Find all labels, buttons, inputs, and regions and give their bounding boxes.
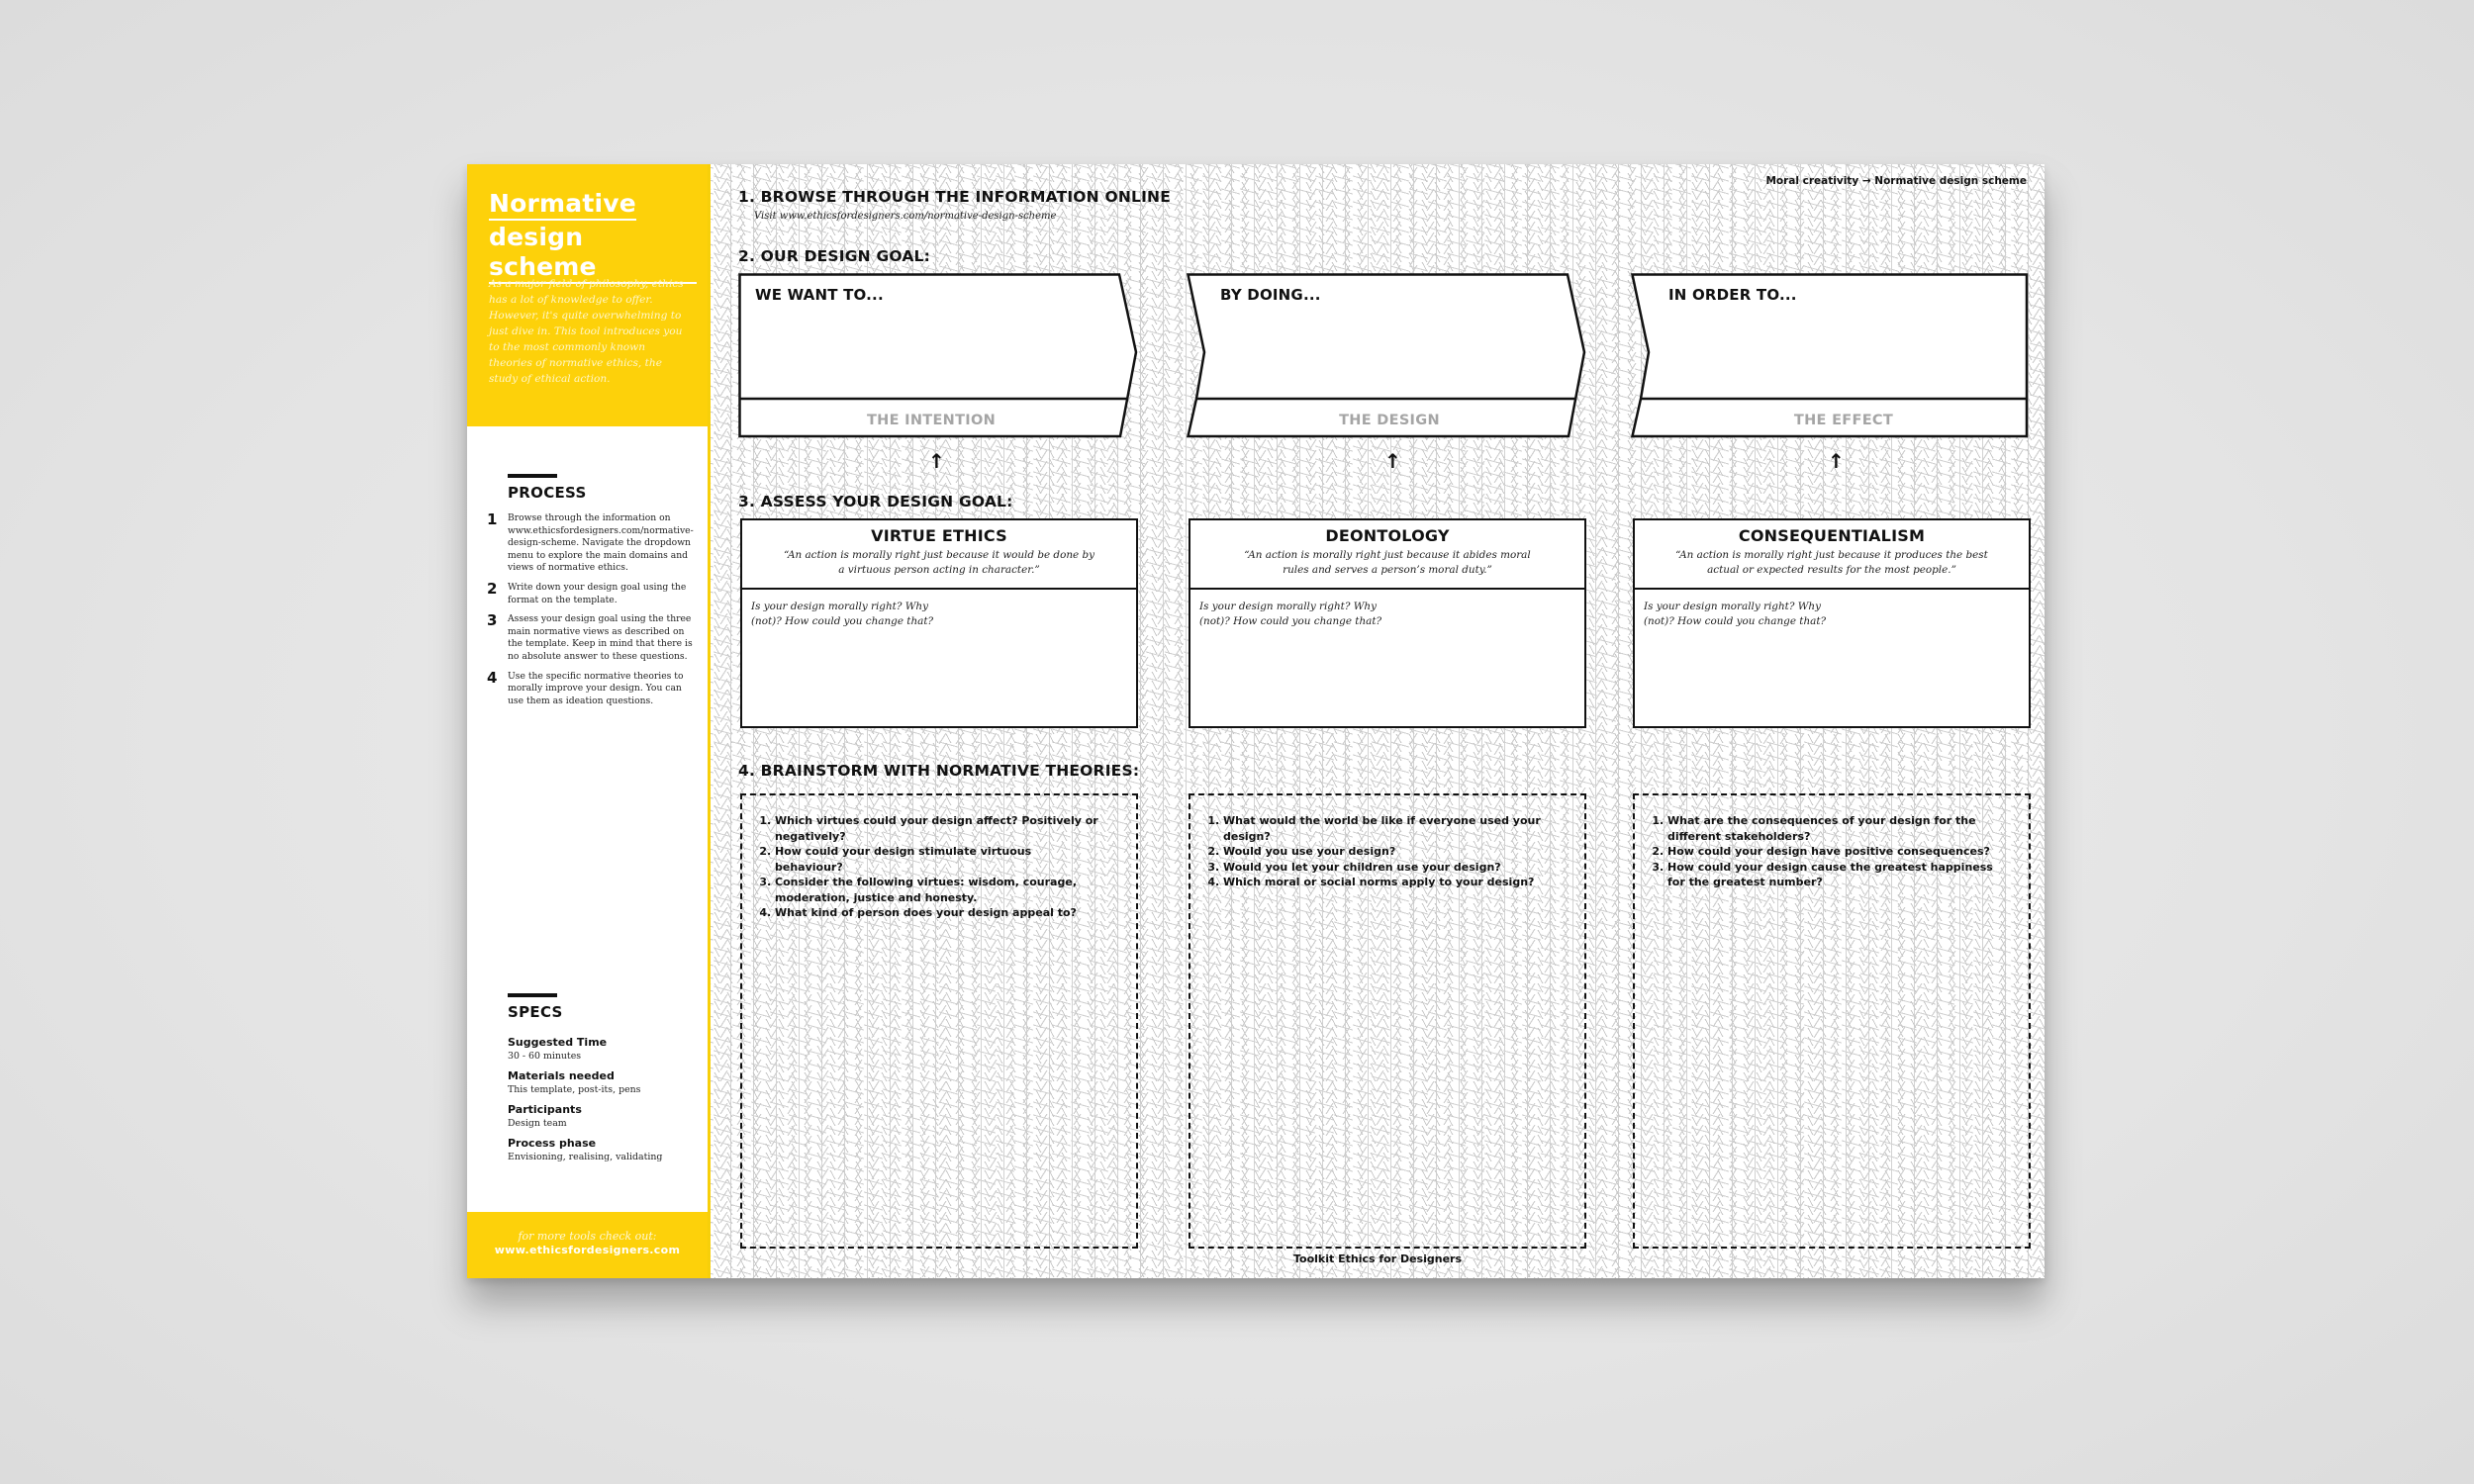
spec-value: Envisioning, realising, validating — [508, 1152, 663, 1162]
question-item: Would you use your design? — [1223, 844, 1550, 860]
brainstorm-consequentialism[interactable]: What are the consequences of your design… — [1633, 793, 2031, 1249]
step2-heading: 2. OUR DESIGN GOAL: — [738, 247, 930, 265]
question-item: Which moral or social norms apply to you… — [1223, 875, 1550, 890]
assess-header: CONSEQUENTIALISM “An action is morally r… — [1635, 520, 2029, 590]
step-text: Browse through the information on www.et… — [508, 512, 694, 574]
sidebar: Normative design scheme As a major field… — [467, 164, 711, 1278]
spec-value: Design team — [508, 1118, 567, 1129]
assess-header: VIRTUE ETHICS “An action is morally righ… — [742, 520, 1136, 590]
process-step: 4 Use the specific normative theories to… — [487, 668, 695, 708]
view-question: Is your design morally right? Why (not)?… — [1199, 601, 1382, 627]
view-question: Is your design morally right? Why (not)?… — [751, 601, 934, 627]
step1-heading: 1. BROWSE THROUGH THE INFORMATION ONLINE — [738, 188, 1171, 206]
spec-value: 30 - 60 minutes — [508, 1051, 582, 1062]
step-number: 2 — [487, 579, 498, 598]
specs-heading: SPECS — [508, 1003, 563, 1021]
spec-label: Suggested Time — [508, 1036, 608, 1049]
question-item: Would you let your children use your des… — [1223, 860, 1550, 876]
view-question: Is your design morally right? Why (not)?… — [1644, 601, 1827, 627]
assess-deontology[interactable]: DEONTOLOGY “An action is morally right j… — [1189, 518, 1586, 728]
question-item: What are the consequences of your design… — [1667, 813, 1994, 844]
process-heading: PROCESS — [508, 484, 587, 502]
process-step: 3 Assess your design goal using the thre… — [487, 613, 695, 663]
assess-consequentialism[interactable]: CONSEQUENTIALISM “An action is morally r… — [1633, 518, 2031, 728]
arrow-up-icon: ↑ — [1828, 449, 1845, 473]
step-text: Assess your design goal using the three … — [508, 613, 693, 662]
specs-divider — [508, 993, 557, 997]
question-list: Which virtues could your design affect? … — [742, 813, 1101, 921]
view-title: DEONTOLOGY — [1325, 526, 1450, 545]
view-quote: “An action is morally right just because… — [1675, 549, 1988, 576]
process-step: 2 Write down your design goal using the … — [487, 579, 695, 606]
sidebar-header: Normative design scheme As a major field… — [467, 164, 708, 426]
title-line-2: design scheme — [489, 223, 697, 284]
spec-label: Materials needed — [508, 1069, 615, 1082]
goal-label: THE EFFECT — [1793, 413, 1894, 428]
goal-box-intention[interactable]: WE WANT TO... THE INTENTION — [738, 273, 1144, 441]
spec-value: This template, post-its, pens — [508, 1084, 641, 1095]
assess-header: DEONTOLOGY “An action is morally right j… — [1190, 520, 1584, 590]
toolkit-footer: Toolkit Ethics for Designers — [1292, 1252, 1463, 1265]
sheet-title: Normative design scheme — [489, 188, 697, 286]
breadcrumb: Moral creativity → Normative design sche… — [1765, 175, 2027, 187]
question-item: Consider the following virtues: wisdom, … — [775, 875, 1101, 905]
arrow-up-icon: ↑ — [1384, 449, 1401, 473]
process-divider — [508, 474, 557, 478]
process-steps: 1 Browse through the information on www.… — [487, 512, 695, 714]
title-line-1: Normative — [489, 189, 636, 221]
view-quote: “An action is morally right just because… — [783, 549, 1094, 576]
visit-url[interactable]: Visit www.ethicsfordesigners.com/normati… — [754, 211, 1056, 222]
process-step: 1 Browse through the information on www.… — [487, 512, 695, 575]
brainstorm-deontology[interactable]: What would the world be like if everyone… — [1189, 793, 1586, 1249]
assess-virtue-ethics[interactable]: VIRTUE ETHICS “An action is morally righ… — [740, 518, 1138, 728]
worksheet-area: Moral creativity → Normative design sche… — [711, 164, 2045, 1278]
view-quote: “An action is morally right just because… — [1244, 549, 1531, 576]
step-number: 1 — [487, 510, 498, 528]
step-text: Use the specific normative theories to m… — [508, 670, 684, 706]
specs-list: Suggested Time 30 - 60 minutes Materials… — [508, 1035, 696, 1169]
question-item: How could your design stimulate virtuous… — [775, 844, 1101, 875]
goal-label: THE INTENTION — [866, 413, 997, 428]
question-list: What are the consequences of your design… — [1635, 813, 1994, 890]
spec-label: Process phase — [508, 1137, 597, 1150]
step-text: Write down your design goal using the fo… — [508, 581, 687, 605]
more-tools-text: for more tools check out: — [518, 1230, 657, 1243]
step4-heading: 4. BRAINSTORM WITH NORMATIVE THEORIES: — [738, 762, 1140, 780]
website-link[interactable]: www.ethicsfordesigners.com — [467, 1244, 708, 1256]
goal-box-effect[interactable]: IN ORDER TO... THE EFFECT — [1631, 273, 2037, 441]
step-number: 4 — [487, 668, 498, 687]
question-list: What would the world be like if everyone… — [1190, 813, 1550, 890]
view-title: CONSEQUENTIALISM — [1738, 526, 1926, 545]
goal-box-design[interactable]: BY DOING... THE DESIGN — [1187, 273, 1592, 441]
question-item: How could your design cause the greatest… — [1667, 860, 1994, 890]
brainstorm-virtue-ethics[interactable]: Which virtues could your design affect? … — [740, 793, 1138, 1249]
question-item: What would the world be like if everyone… — [1223, 813, 1550, 844]
question-item: Which virtues could your design affect? … — [775, 813, 1101, 844]
intro-text: As a major field of philosophy, ethics h… — [489, 278, 684, 385]
sidebar-footer: for more tools check out: www.ethicsford… — [467, 1212, 708, 1278]
step-number: 3 — [487, 611, 498, 630]
step3-heading: 3. ASSESS YOUR DESIGN GOAL: — [738, 493, 1013, 510]
goal-prompt: WE WANT TO... — [755, 286, 884, 304]
question-item: How could your design have positive cons… — [1667, 844, 1994, 860]
question-item: What kind of person does your design app… — [775, 905, 1101, 921]
template-sheet: Normative design scheme As a major field… — [467, 164, 2045, 1278]
arrow-up-icon: ↑ — [928, 449, 945, 473]
view-title: VIRTUE ETHICS — [871, 526, 1007, 545]
goal-label: THE DESIGN — [1339, 413, 1440, 428]
spec-label: Participants — [508, 1103, 582, 1116]
goal-prompt: BY DOING... — [1220, 286, 1321, 304]
goal-prompt: IN ORDER TO... — [1668, 286, 1797, 304]
